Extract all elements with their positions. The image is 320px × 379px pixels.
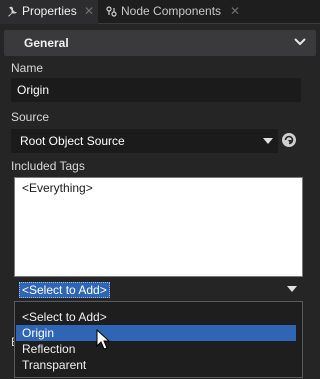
- included-tags-label: Included Tags: [11, 159, 85, 173]
- tab-properties[interactable]: Properties ✕: [0, 0, 98, 24]
- mouse-cursor-icon: [96, 329, 111, 350]
- tab-strip: Properties ✕ Node Components ✕: [0, 0, 320, 24]
- section-title: General: [24, 36, 69, 50]
- tab-properties-label: Properties: [22, 4, 77, 18]
- chevron-down-icon[interactable]: [294, 38, 306, 46]
- dropdown-option[interactable]: <Select to Add>: [16, 309, 296, 325]
- included-tags-list[interactable]: <Everything>: [14, 177, 303, 277]
- source-label: Source: [11, 110, 50, 124]
- tab-node-components[interactable]: Node Components ✕: [99, 0, 249, 24]
- tab-node-components-label: Node Components: [121, 4, 222, 18]
- name-field[interactable]: Origin: [11, 78, 301, 102]
- general-section-header[interactable]: General: [4, 30, 316, 56]
- dropdown-option-highlighted[interactable]: Origin: [16, 325, 296, 341]
- list-item[interactable]: <Everything>: [22, 181, 93, 195]
- dropdown-caret-icon: [287, 286, 297, 292]
- wrench-icon: [8, 6, 17, 17]
- dropdown-option[interactable]: Transparent: [16, 357, 296, 373]
- select-to-add-dropdown[interactable]: <Select to Add>: [14, 280, 303, 298]
- source-value: Root Object Source: [20, 134, 125, 148]
- select-to-add-value: <Select to Add>: [19, 282, 110, 298]
- node-components-icon: [106, 6, 117, 17]
- source-dropdown[interactable]: Root Object Source: [11, 129, 278, 153]
- tags-dropdown-popup: <Select to Add> Origin Reflection Transp…: [14, 301, 303, 378]
- dropdown-option[interactable]: Reflection: [16, 341, 296, 357]
- dropdown-caret-icon: [263, 138, 273, 144]
- name-label: Name: [11, 61, 44, 75]
- close-icon[interactable]: ✕: [230, 4, 240, 18]
- close-icon[interactable]: ✕: [84, 4, 94, 18]
- refresh-icon[interactable]: [281, 132, 297, 148]
